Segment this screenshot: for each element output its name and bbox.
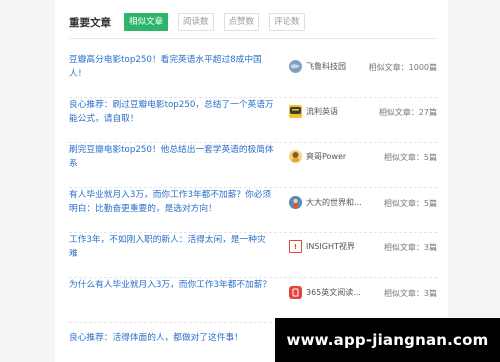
article-title-link[interactable]: 良心推荐：活得体面的人，都做对了这件事！ <box>69 331 274 345</box>
article-row: 豆瓣高分电影top250！看完英语水平超过8成中国人！ 飞鲁科技园 相似文章：1… <box>69 53 437 98</box>
article-author[interactable]: ! INSIGHT视界 <box>289 240 369 253</box>
article-panel: 重要文章 相似文章 阅读数 点赞数 评论数 豆瓣高分电影top250！看完英语水… <box>55 0 448 362</box>
tab-similar-articles[interactable]: 相似文章 <box>124 13 169 31</box>
article-author[interactable]: 飞鲁科技园 <box>289 60 369 73</box>
article-author[interactable]: 大大的世界和... <box>289 196 369 209</box>
author-name: 爽哥Power <box>306 152 347 161</box>
site-watermark: www.app-jiangnan.com <box>275 318 500 362</box>
article-row: 刷完豆瓣电影top250！他总结出一套学英语的极简体系 爽哥Power 相似文章… <box>69 143 437 188</box>
tab-bar: 重要文章 相似文章 阅读数 点赞数 评论数 <box>69 13 315 31</box>
article-row: 良心推荐：刷过豆瓣电影top250，总结了一个英语万能公式，请自取！ 流利英语 … <box>69 98 437 143</box>
article-title-link[interactable]: 有人毕业就月入3万，而你工作3年都不加薪？你必须明白：比勤奋更重要的，是选对方向… <box>69 188 274 216</box>
author-name: 飞鲁科技园 <box>306 62 346 71</box>
book-avatar-icon <box>289 286 302 299</box>
globe-avatar-icon <box>289 60 302 73</box>
insight-avatar-icon: ! <box>289 240 302 253</box>
author-name: INSIGHT视界 <box>306 242 355 251</box>
author-name: 流利英语 <box>306 107 338 116</box>
article-title-link[interactable]: 豆瓣高分电影top250！看完英语水平超过8成中国人！ <box>69 53 274 81</box>
similar-count: 相似文章：5篇 <box>383 153 437 162</box>
photo-avatar-icon <box>289 196 302 209</box>
similar-count: 相似文章：5篇 <box>383 199 437 208</box>
person-avatar-icon <box>289 150 302 163</box>
author-name: 大大的世界和... <box>306 198 362 207</box>
article-title-link[interactable]: 刷完豆瓣电影top250！他总结出一套学英语的极简体系 <box>69 143 274 171</box>
similar-count: 相似文章：27篇 <box>378 108 437 117</box>
article-author[interactable]: 365英文阅读... <box>289 286 369 299</box>
article-author[interactable]: 流利英语 <box>289 105 369 118</box>
article-title-link[interactable]: 良心推荐：刷过豆瓣电影top250，总结了一个英语万能公式，请自取！ <box>69 98 274 126</box>
article-author[interactable]: 爽哥Power <box>289 150 369 163</box>
author-name: 365英文阅读... <box>306 288 361 297</box>
similar-count: 相似文章：3篇 <box>383 289 437 298</box>
tab-like-count[interactable]: 点赞数 <box>223 13 260 31</box>
similar-count: 相似文章：3篇 <box>383 243 437 252</box>
divider <box>69 38 437 39</box>
article-title-link[interactable]: 为什么有人毕业就月入3万，而你工作3年都不加薪？ <box>69 278 274 292</box>
tab-read-count[interactable]: 阅读数 <box>178 13 214 31</box>
chat-avatar-icon <box>289 105 302 118</box>
similar-count: 相似文章：1000篇 <box>368 63 437 72</box>
article-row: 有人毕业就月入3万，而你工作3年都不加薪？你必须明白：比勤奋更重要的，是选对方向… <box>69 188 437 233</box>
section-title: 重要文章 <box>69 16 111 29</box>
article-title-link[interactable]: 工作3年，不如刚入职的新人：活得太闲，是一种灾难 <box>69 233 274 261</box>
article-row: 工作3年，不如刚入职的新人：活得太闲，是一种灾难 ! INSIGHT视界 相似文… <box>69 233 437 278</box>
article-row: 为什么有人毕业就月入3万，而你工作3年都不加薪？ 365英文阅读... 相似文章… <box>69 278 437 323</box>
tab-comment-count[interactable]: 评论数 <box>269 13 305 31</box>
